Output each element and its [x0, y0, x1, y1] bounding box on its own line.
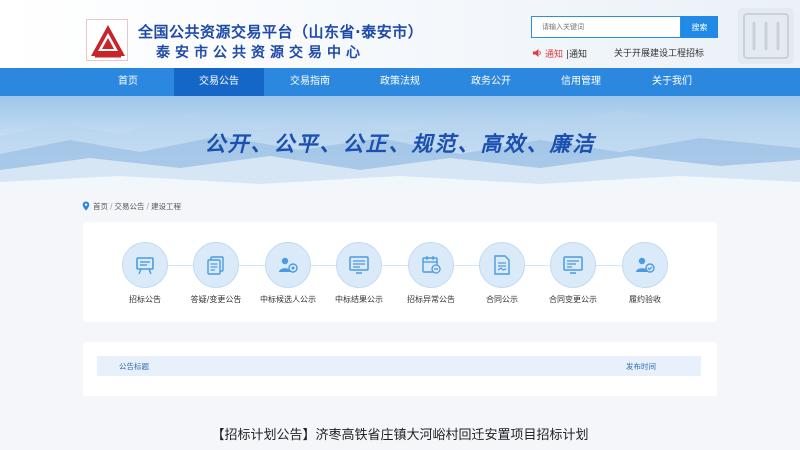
billboard-icon — [136, 257, 154, 275]
table-header: 公告标题 发布时间 — [97, 356, 701, 376]
breadcrumb-home[interactable]: 首页 — [93, 201, 108, 212]
hero-banner: 公开、公平、公正、规范、高效、廉洁 — [0, 96, 800, 190]
notice-bar[interactable]: 通知 |通知 — [532, 46, 587, 60]
category-contract-change[interactable]: 合同变更公示 — [537, 242, 609, 305]
documents-icon — [207, 256, 224, 275]
nav-trade-announcements[interactable]: 交易公告 — [174, 68, 264, 96]
category-bid-announcement[interactable]: 招标公告 — [109, 242, 181, 305]
column-header-date: 发布时间 — [626, 362, 656, 371]
category-label: 合同公示 — [486, 295, 518, 304]
category-label: 中标结果公示 — [335, 295, 383, 304]
category-label: 合同变更公示 — [549, 295, 597, 304]
category-bid-abnormal[interactable]: 招标异常公告 — [395, 242, 467, 305]
user-badge-icon — [279, 257, 298, 273]
nav-policies[interactable]: 政策法规 — [355, 68, 445, 96]
screen-list-icon — [349, 256, 369, 274]
nav-home[interactable]: 首页 — [83, 68, 173, 96]
contract-icon — [494, 255, 510, 275]
banner-slogan: 公开、公平、公正、规范、高效、廉洁 — [204, 131, 596, 156]
category-contract[interactable]: 合同公示 — [466, 242, 538, 305]
site-header: 全国公共资源交易平台（山东省·泰安市） 泰安市公共资源交易中心 搜索 通知 |通… — [0, 0, 800, 68]
nav-credit[interactable]: 信用管理 — [536, 68, 626, 96]
breadcrumb: 首页 / 交易公告 / 建设工程 — [82, 200, 181, 212]
speaker-icon — [533, 49, 541, 57]
category-panel: 招标公告 答疑/变更公告 中标候选人公示 中标结果公示 招标异常公告 合同公示 … — [83, 222, 717, 322]
column-header-title: 公告标题 — [119, 362, 149, 371]
notice-text: |通知 — [566, 49, 588, 60]
nav-trade-guide[interactable]: 交易指南 — [265, 68, 355, 96]
search-button[interactable]: 搜索 — [681, 16, 718, 38]
site-subtitle: 泰安市公共资源交易中心 — [156, 45, 365, 61]
notice-label: 通知 — [545, 49, 564, 60]
calendar-minus-icon — [422, 256, 441, 274]
document-title: 【招标计划公告】济枣高铁省庄镇大河峪村回迁安置项目招标计划 — [211, 428, 589, 443]
category-label: 中标候选人公示 — [260, 295, 316, 304]
category-winning-results[interactable]: 中标结果公示 — [323, 242, 395, 305]
site-title: 全国公共资源交易平台（山东省·泰安市） — [138, 23, 424, 41]
breadcrumb-construction[interactable]: 建设工程 — [151, 201, 181, 212]
main-nav: 首页 交易公告 交易指南 政策法规 政务公开 信用管理 关于我们 — [0, 68, 800, 96]
category-acceptance[interactable]: 履约验收 — [609, 242, 681, 305]
breadcrumb-separator: / — [146, 201, 150, 211]
nav-about[interactable]: 关于我们 — [627, 68, 717, 96]
category-label: 招标公告 — [129, 295, 161, 304]
search-input[interactable] — [531, 16, 681, 38]
decorative-seal-icon — [738, 8, 794, 64]
breadcrumb-trade-announcements[interactable]: 交易公告 — [115, 201, 145, 212]
location-pin-icon — [82, 201, 90, 211]
category-qa-change[interactable]: 答疑/变更公告 — [180, 242, 252, 305]
category-label: 履约验收 — [629, 295, 661, 304]
notice-marquee[interactable]: 关于开展建设工程招标 — [614, 46, 719, 59]
nav-government-affairs[interactable]: 政务公开 — [446, 68, 536, 96]
category-winning-candidates[interactable]: 中标候选人公示 — [252, 242, 324, 305]
breadcrumb-separator: / — [110, 201, 113, 211]
category-label: 招标异常公告 — [407, 295, 455, 304]
screen-edit-icon — [563, 256, 583, 274]
user-check-icon — [636, 257, 655, 273]
site-logo[interactable] — [86, 19, 128, 61]
announcement-table: 公告标题 发布时间 — [83, 342, 717, 396]
category-label: 答疑/变更公告 — [190, 295, 242, 304]
